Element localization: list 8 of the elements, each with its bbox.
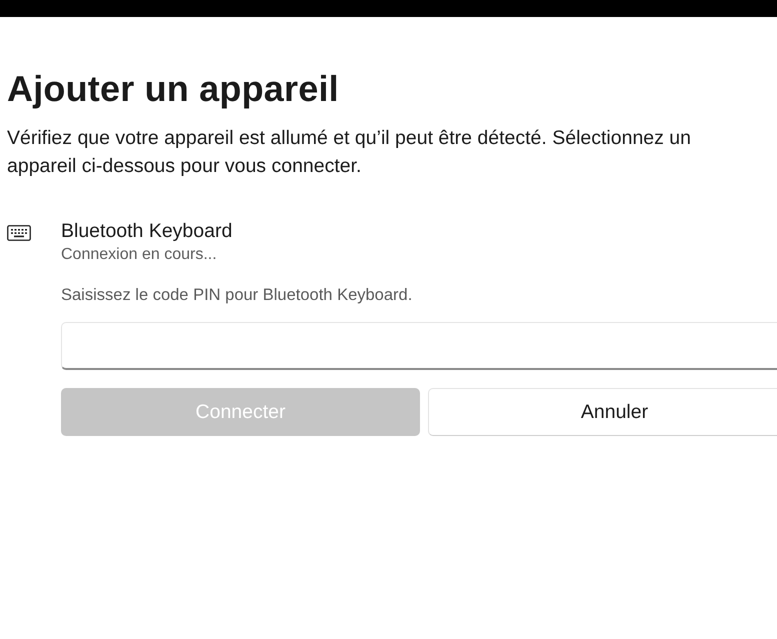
pin-input-field[interactable]	[61, 322, 777, 370]
pin-prompt: Saisissez le code PIN pour Bluetooth Keyboard.	[61, 285, 414, 306]
device-name: Bluetooth Keyboard	[61, 219, 234, 244]
cancel-button[interactable]: Annuler	[428, 388, 777, 436]
connection-status: Connexion en cours...	[61, 245, 218, 265]
description: Vérifiez que votre appareil est allumé et qu’il peut être détecté. Sélectionnez un appareil ci-dessous pour vous connecter.	[7, 126, 692, 179]
page-title: Ajouter un appareil	[6, 67, 340, 111]
keyboard-icon	[7, 225, 31, 241]
